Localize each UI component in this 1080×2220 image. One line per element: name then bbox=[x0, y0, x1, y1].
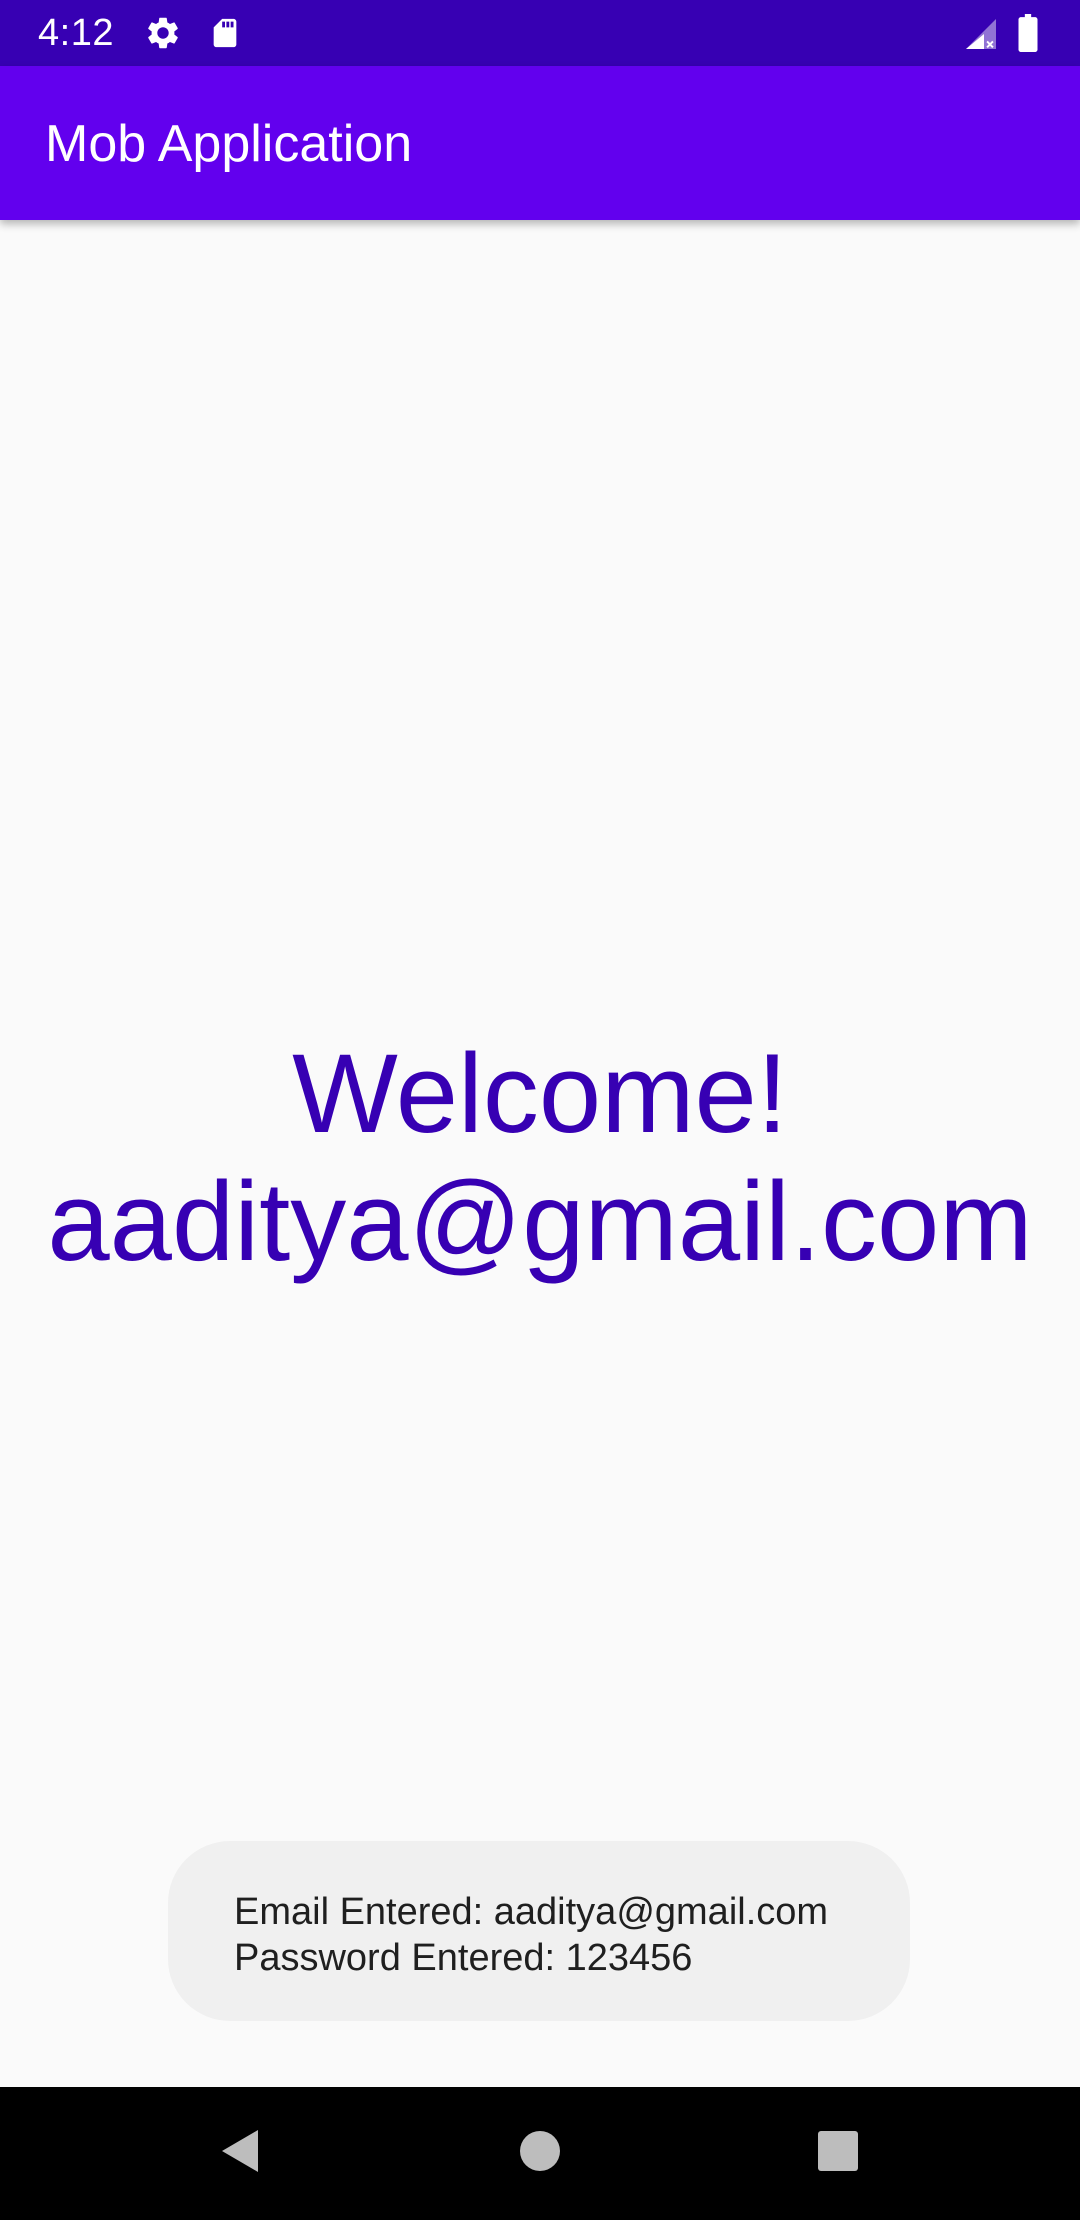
back-triangle-icon bbox=[220, 2128, 260, 2179]
navigation-bar bbox=[0, 2087, 1080, 2220]
nav-recents-button[interactable] bbox=[798, 2117, 878, 2189]
recents-square-icon bbox=[817, 2130, 859, 2177]
nav-back-button[interactable] bbox=[200, 2117, 280, 2189]
app-bar: Mob Application bbox=[0, 66, 1080, 220]
welcome-greeting: Welcome! bbox=[292, 1031, 788, 1156]
toast-email-line: Email Entered: aaditya@gmail.com bbox=[234, 1891, 829, 1933]
signal-no-data-icon bbox=[962, 16, 1000, 57]
welcome-message: Welcome! aaditya@gmail.com bbox=[0, 1030, 1080, 1286]
status-time: 4:12 bbox=[38, 12, 114, 54]
home-circle-icon bbox=[519, 2130, 561, 2177]
nav-home-button[interactable] bbox=[500, 2117, 580, 2189]
toast-message: Email Entered: aaditya@gmail.com Passwor… bbox=[168, 1841, 910, 2021]
toast-password-line: Password Entered: 123456 bbox=[234, 1937, 693, 1979]
app-title: Mob Application bbox=[45, 115, 413, 173]
battery-full-icon bbox=[1016, 14, 1040, 57]
welcome-email: aaditya@gmail.com bbox=[47, 1159, 1033, 1284]
screen: 4:12 Mob Application Welcome! aaditya@gm… bbox=[0, 0, 1080, 2220]
settings-gear-icon bbox=[144, 14, 182, 57]
status-bar: 4:12 bbox=[0, 0, 1080, 66]
sd-card-icon bbox=[208, 14, 242, 57]
